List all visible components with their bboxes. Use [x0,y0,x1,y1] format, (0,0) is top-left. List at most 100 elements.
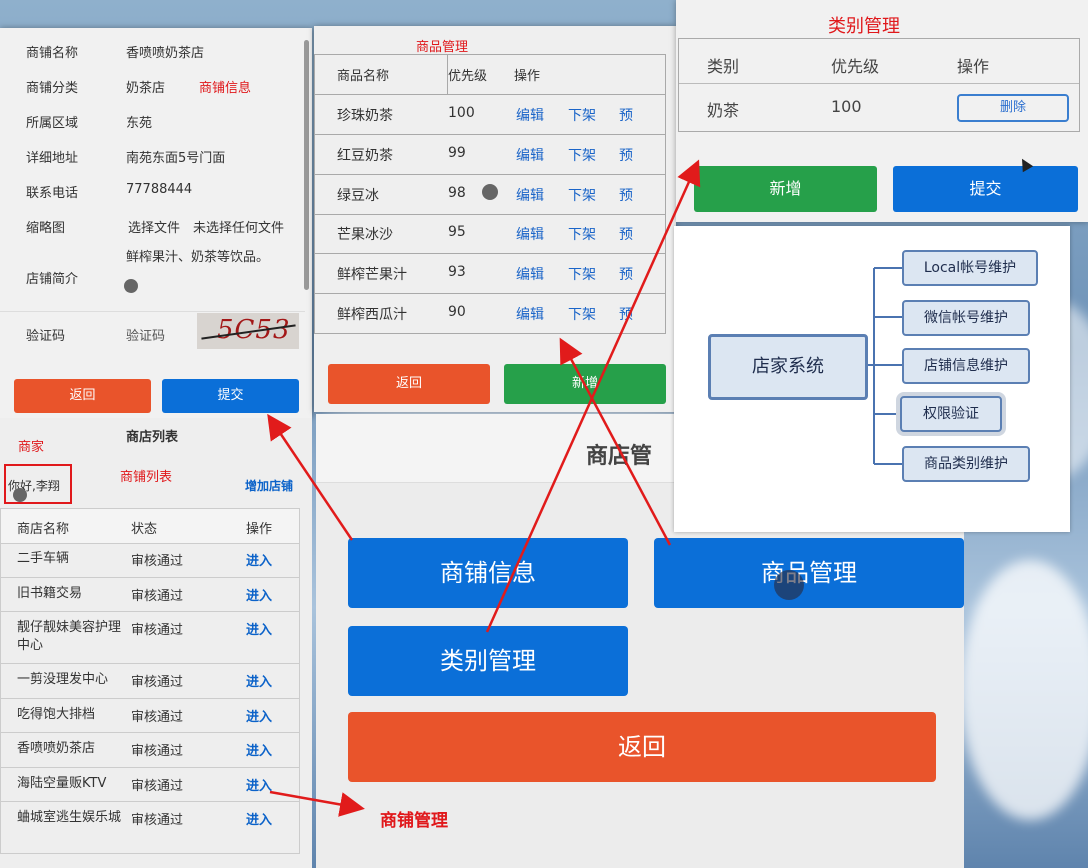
col-header: 商品名称 [314,54,448,95]
table-row: 红豆奶茶 99 编辑 下架 预 [314,134,666,175]
captcha-image[interactable]: 5C53 [197,313,299,349]
choose-file-button[interactable]: 选择文件 [128,217,180,236]
field-label: 缩略图 [26,221,66,236]
shop-status: 审核通过 [131,623,184,638]
product-name: 鲜榨芒果汁 [337,267,407,284]
cloud [960,560,1088,820]
edit-link[interactable]: 编辑 [516,264,544,284]
shop-info-button[interactable]: 商铺信息 [348,538,628,608]
table-row: 蛐城室逃生娱乐城 审核通过 进入 [0,801,300,854]
product-name: 鲜榨西瓜汁 [337,307,407,323]
shop-phone-value[interactable]: 77788444 [126,182,192,197]
shop-status: 审核通过 [131,554,184,569]
col-header: 类别 [707,57,740,76]
back-button[interactable]: 返回 [328,364,490,404]
shop-category-value[interactable]: 奶茶店 [126,77,165,96]
col-header: 优先级 [831,57,880,76]
shop-name: 海陆空量贩KTV [17,775,107,791]
product-mgmt-title: 商品管理 [416,40,469,55]
cursor-dot [774,570,804,600]
form-row-thumbnail: 缩略图 选择文件 未选择任何文件 [0,207,300,241]
file-status: 未选择任何文件 [193,221,285,236]
shop-area-value[interactable]: 东苑 [126,112,152,131]
shop-status: 审核通过 [131,588,184,604]
enter-link[interactable]: 进入 [246,619,272,638]
col-header: 商店名称 [17,522,70,537]
cursor-dot [482,184,498,200]
enter-link[interactable]: 进入 [246,809,272,828]
product-priority: 90 [448,304,466,320]
intro-value[interactable]: 鲜榨果汁、奶茶等饮品。 [126,246,269,265]
submit-button[interactable]: 提交 [162,379,299,413]
table-row: 一剪没理发中心 审核通过 进入 [0,663,300,699]
shop-name: 蛐城室逃生娱乐城 [17,810,122,825]
category-mgmt-button[interactable]: 类别管理 [348,626,628,696]
enter-link[interactable]: 进入 [246,585,272,604]
preview-link[interactable]: 预 [619,145,633,165]
edit-link[interactable]: 编辑 [516,145,544,165]
shop-status: 审核通过 [131,709,184,725]
system-diagram-panel: 店家系统 Local帐号维护 微信帐号维护 店铺信息维护 权限验证 商品类别维护 [674,226,1070,532]
edit-link[interactable]: 编辑 [516,224,544,244]
category-name: 奶茶 [707,101,740,120]
table-row: 旧书籍交易 审核通过 进入 [0,576,300,612]
cursor-dot [13,488,27,502]
table-header: 商店名称 状态 操作 [0,508,300,544]
scrollbar[interactable] [304,40,309,290]
col-header: 状态 [131,522,158,537]
back-button[interactable]: 返回 [348,712,936,782]
enter-link[interactable]: 进入 [246,775,272,794]
enter-link[interactable]: 进入 [246,671,272,690]
offshelf-link[interactable]: 下架 [568,185,596,205]
product-mgmt-button[interactable]: 商品管理 [654,538,964,608]
back-button[interactable]: 返回 [14,379,151,413]
category-mgmt-title: 类别管理 [828,16,900,37]
col-header: 优先级 [447,54,514,95]
edit-link[interactable]: 编辑 [516,185,544,205]
form-row-name: 商铺名称 香喷喷奶茶店 [0,32,300,66]
shop-info-panel: 商铺名称 香喷喷奶茶店 商铺分类 奶茶店 商铺信息 所属区域 东苑 详细地址 南… [0,28,312,418]
product-priority: 95 [448,224,466,241]
preview-link[interactable]: 预 [619,304,633,324]
shop-name-value[interactable]: 香喷喷奶茶店 [126,42,204,61]
add-button[interactable]: 新增 [694,166,877,212]
preview-link[interactable]: 预 [619,105,633,125]
table-row: 二手车辆 审核通过 进入 [0,542,300,578]
shop-list-panel: 商家 商店列表 商铺列表 你好,李翔 增加店铺 商店名称 状态 操作 二手车辆 审核通过… [0,418,312,868]
submit-button[interactable]: 提交 [893,166,1078,212]
shop-mgmt-annotation: 商铺管理 [380,811,448,831]
offshelf-link[interactable]: 下架 [568,145,596,165]
table-row: 芒果冰沙 95 编辑 下架 预 [314,214,666,255]
enter-link[interactable]: 进入 [246,706,272,725]
table-row: 靓仔靓妹美容护理中心 审核通过 进入 [0,611,300,664]
cursor-dot [124,279,138,293]
shop-status: 审核通过 [131,778,184,794]
enter-link[interactable]: 进入 [246,740,272,759]
product-table: 商品名称 优先级 操作 [314,54,666,95]
category-table: 类别 优先级 操作 奶茶 100 删除 [678,38,1080,132]
offshelf-link[interactable]: 下架 [568,105,596,125]
offshelf-link[interactable]: 下架 [568,304,596,324]
diagram-node: 权限验证 [900,396,1002,432]
product-name: 绿豆冰 [337,187,379,204]
col-header: 操作 [246,522,273,537]
add-button[interactable]: 新增 [504,364,666,404]
preview-link[interactable]: 预 [619,264,633,284]
offshelf-link[interactable]: 下架 [568,264,596,284]
shop-status: 审核通过 [131,675,184,690]
enter-link[interactable]: 进入 [246,550,272,569]
preview-link[interactable]: 预 [619,224,633,244]
diagram-root: 店家系统 [708,334,868,400]
edit-link[interactable]: 编辑 [516,304,544,324]
captcha-input[interactable]: 验证码 [126,325,165,344]
divider [0,311,305,312]
product-mgmt-panel: 商品管理 商品名称 优先级 操作 珍珠奶茶 100 编辑 下架预红豆奶茶 99 编辑 下架预… [314,26,676,412]
edit-link[interactable]: 编辑 [516,105,544,125]
preview-link[interactable]: 预 [619,185,633,205]
add-shop-link[interactable]: 增加店铺 [245,477,293,494]
field-label: 所属区域 [26,116,79,131]
delete-button[interactable]: 删除 [957,94,1069,122]
shop-name: 二手车辆 [17,551,70,566]
shop-address-value[interactable]: 南苑东面5号门面 [126,147,225,166]
offshelf-link[interactable]: 下架 [568,224,596,244]
